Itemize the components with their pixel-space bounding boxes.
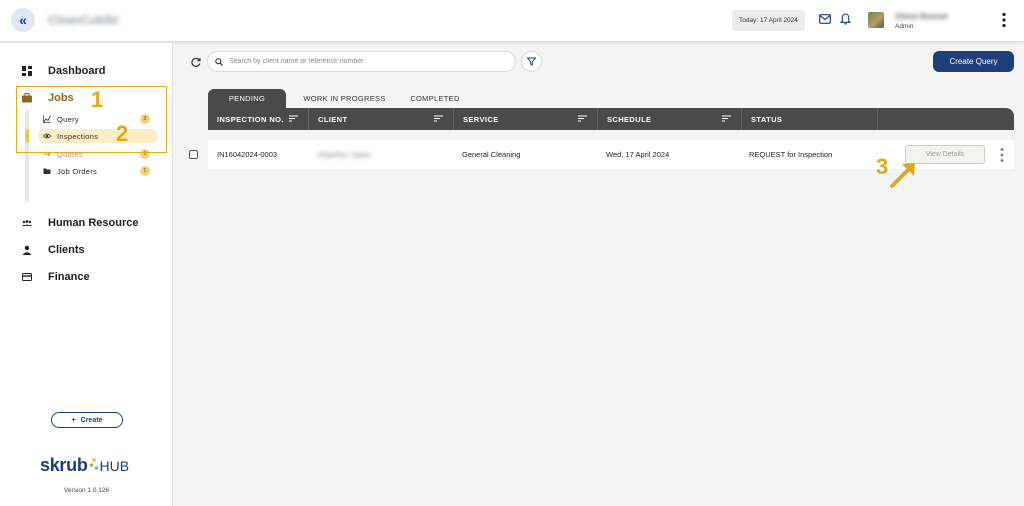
cell-client: Magellan Japan [318, 150, 371, 159]
refresh-icon[interactable] [191, 57, 201, 67]
skrubhub-logo: skrub HUB [40, 455, 129, 476]
column-header-service[interactable]: SERVICE [454, 108, 598, 130]
cell-inspection-no: IN16042024-0003 [217, 150, 278, 159]
date-chip: Today: 17 April 2024 [732, 10, 805, 31]
status-tabs: PENDING WORK IN PROGRESS COMPLETED [208, 89, 467, 108]
double-chevron-left-icon: « [19, 12, 27, 28]
filter-icon [527, 57, 536, 66]
dashboard-icon [22, 66, 32, 76]
column-header-schedule[interactable]: SCHEDULE [598, 108, 742, 130]
annotation-number-2: 2 [116, 121, 129, 146]
sidebar-item-label: Clients [48, 244, 85, 256]
column-header-label: INSPECTION NO. [217, 114, 284, 124]
filter-button[interactable] [521, 51, 542, 72]
sort-icon[interactable] [578, 115, 587, 122]
sidebar-item-dashboard[interactable]: Dashboard [22, 65, 105, 77]
count-badge: 1 [140, 166, 150, 176]
sidebar-item-finance[interactable]: Finance [22, 271, 90, 283]
logo-text-right: HUB [99, 458, 130, 474]
search-box[interactable] [207, 51, 516, 72]
create-button[interactable]: + Create [51, 412, 123, 428]
cell-schedule: Wed, 17 April 2024 [606, 150, 670, 159]
sort-icon[interactable] [722, 115, 731, 122]
credit-card-icon [22, 273, 32, 281]
folder-icon [43, 168, 51, 174]
create-query-button[interactable]: Create Query [933, 51, 1014, 72]
search-input[interactable] [229, 58, 509, 65]
person-icon [22, 245, 32, 255]
sidebar-item-human-resource[interactable]: Human Resource [22, 217, 138, 229]
cell-status: REQUEST for Inspection [749, 150, 833, 159]
search-icon [215, 57, 223, 66]
annotation-number-3: 3 [876, 154, 889, 179]
sidebar-item-label: Finance [48, 271, 90, 283]
sort-icon[interactable] [289, 115, 298, 122]
sort-icon[interactable] [434, 115, 443, 122]
cell-service: General Cleaning [462, 150, 521, 159]
mail-icon[interactable] [819, 14, 831, 24]
tab-pending[interactable]: PENDING [208, 89, 286, 108]
avatar[interactable] [868, 12, 884, 28]
user-name: Ghinn Bonnet [895, 12, 948, 21]
collapse-sidebar-button[interactable]: « [11, 8, 35, 32]
tab-completed[interactable]: COMPLETED [403, 89, 467, 108]
sidebar-item-label: Human Resource [48, 217, 139, 229]
logo-dots-icon [89, 458, 98, 470]
column-header-inspection-no[interactable]: INSPECTION NO. [208, 108, 309, 130]
sidebar-item-clients[interactable]: Clients [22, 244, 85, 256]
plus-icon: + [71, 416, 76, 424]
annotation-arrow-icon [890, 163, 915, 188]
version-label: Version 1.0.126 [63, 487, 110, 494]
people-icon [22, 220, 32, 226]
row-checkbox[interactable] [189, 150, 198, 159]
more-vertical-icon[interactable] [1001, 12, 1007, 28]
logo-text-left: skrub [40, 455, 88, 475]
sidebar-subitem-job-orders[interactable]: Job Orders 1 [43, 164, 158, 178]
column-header-label: SERVICE [463, 114, 499, 124]
table-header: INSPECTION NO. CLIENT SERVICE SCHEDULE S… [208, 108, 1014, 130]
annotation-number-1: 1 [91, 87, 104, 112]
more-vertical-icon[interactable] [999, 147, 1005, 163]
column-header-client[interactable]: CLIENT [309, 108, 454, 130]
column-header-status[interactable]: STATUS [742, 108, 878, 130]
sidebar-subitem-label: Job Orders [57, 166, 98, 176]
user-role: Admin [895, 23, 914, 30]
sidebar-item-label: Dashboard [48, 65, 106, 77]
tab-work-in-progress[interactable]: WORK IN PROGRESS [286, 89, 403, 108]
column-header-actions [878, 108, 1014, 130]
create-button-label: Create [80, 416, 103, 424]
top-bar: « CleanCubibl Today: 17 April 2024 Ghinn… [0, 0, 1024, 42]
notification-bell-icon[interactable] [840, 13, 851, 25]
column-header-label: CLIENT [318, 114, 348, 124]
company-name: CleanCubibl [48, 13, 119, 27]
column-header-label: SCHEDULE [607, 114, 652, 124]
column-header-label: STATUS [751, 114, 783, 124]
